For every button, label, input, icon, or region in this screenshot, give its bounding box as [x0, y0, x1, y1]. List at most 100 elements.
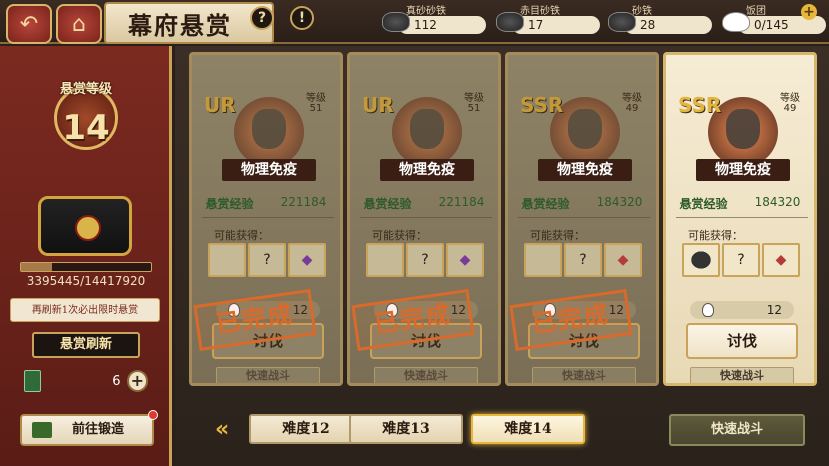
rewards-list: ? ◆: [366, 243, 484, 277]
alert-icon[interactable]: !: [290, 6, 314, 30]
help-icon[interactable]: ?: [250, 6, 274, 30]
quick-battle-button[interactable]: 快速战斗: [532, 367, 636, 383]
iron-sand-reward-icon[interactable]: [208, 243, 246, 277]
tab-difficulty-13[interactable]: 难度13: [349, 414, 463, 444]
red-crystal-reward-icon[interactable]: ◆: [762, 243, 800, 277]
monster-portrait: [234, 97, 304, 167]
rewards-label: 可能获得：: [688, 229, 743, 242]
trait-label: 物理免疫: [380, 159, 474, 181]
resource-value: 17: [512, 16, 600, 34]
exp-row: 悬赏经验 221184: [350, 195, 498, 212]
rewards-label: 可能获得：: [372, 229, 427, 242]
grade-number: 51: [309, 103, 323, 114]
resource-label: 赤目砂铁: [520, 6, 560, 17]
resource-value: 28: [624, 16, 712, 34]
exp-value: 221184: [280, 195, 327, 209]
token-count: 6: [112, 373, 121, 389]
unknown-reward-icon[interactable]: ?: [248, 243, 286, 277]
quick-battle-button[interactable]: 快速战斗: [374, 367, 478, 383]
grade-label: 等级: [780, 93, 800, 104]
unknown-reward-icon[interactable]: ?: [722, 243, 760, 277]
bounty-card[interactable]: UR 等级 51 物理免疫 悬赏经验 221184 可能获得： ? ◆ 12 讨…: [347, 52, 501, 386]
rice-ball-icon: [702, 303, 714, 317]
resource-label: 砂铁: [632, 6, 652, 17]
forge-label: 前往锻造: [72, 422, 125, 437]
tab-difficulty-12[interactable]: 难度12: [249, 414, 363, 444]
top-bar: ↶ ⌂ 幕府悬赏 ? ! 真砂砂铁 112 赤目砂铁 17 砂铁 28 饭团 0…: [0, 0, 829, 44]
iron-sand-reward-icon[interactable]: [524, 243, 562, 277]
rewards-list: ? ◆: [524, 243, 642, 277]
iron-sand-reward-icon[interactable]: [366, 243, 404, 277]
progress-text: 3395445/14417920: [26, 274, 146, 288]
cost-row: 12: [690, 301, 794, 319]
red-crystal-reward-icon[interactable]: ◆: [604, 243, 642, 277]
bounty-card[interactable]: SSR 等级 49 物理免疫 悬赏经验 184320 可能获得： ? ◆ 12 …: [505, 52, 659, 386]
bounty-level-badge: 悬赏等级 14: [44, 74, 128, 154]
crystal-reward-icon[interactable]: ◆: [446, 243, 484, 277]
bounty-board: UR 等级 51 物理免疫 悬赏经验 221184 可能获得： ? ◆ 12 讨…: [175, 46, 829, 466]
resource-chimu: 赤目砂铁 17: [490, 2, 600, 38]
trait-label: 物理免疫: [538, 159, 632, 181]
chevron-left-icon[interactable]: «: [215, 418, 243, 442]
back-arrow-icon: ↶: [19, 11, 39, 37]
left-panel: 悬赏等级 14 3395445/14417920 再刷新1次必出限时悬赏 悬赏刷…: [0, 46, 172, 466]
quick-battle-button[interactable]: 快速战斗: [216, 367, 320, 383]
divider: [360, 217, 492, 218]
anvil-icon: [32, 422, 52, 438]
quick-battle-all-button[interactable]: 快速战斗: [669, 414, 805, 446]
bounty-card[interactable]: UR 等级 51 物理免疫 悬赏经验 221184 可能获得： ? ◆ 12 讨…: [189, 52, 343, 386]
notification-dot: [148, 410, 158, 420]
resource-label: 真砂砂铁: [406, 6, 446, 17]
exp-label: 悬赏经验: [363, 197, 412, 211]
exp-value: 184320: [754, 195, 801, 209]
iron-sand-icon: [382, 12, 410, 32]
hunt-button[interactable]: 讨伐: [686, 323, 798, 359]
resource-shatie: 砂铁 28: [602, 2, 712, 38]
rarity-label: SSR: [678, 93, 722, 117]
rarity-label: SSR: [520, 93, 564, 117]
resource-value: 112: [398, 16, 486, 34]
tab-difficulty-14[interactable]: 难度14: [471, 414, 585, 444]
grade-label: 等级: [622, 93, 642, 104]
exp-label: 悬赏经验: [521, 197, 570, 211]
divider: [518, 217, 650, 218]
add-token-button[interactable]: +: [126, 370, 148, 392]
back-button[interactable]: ↶: [6, 4, 52, 44]
rewards-list: ? ◆: [682, 243, 800, 277]
page-title: 幕府悬赏: [104, 2, 274, 44]
grade-number: 49: [783, 103, 797, 114]
trait-label: 物理免疫: [696, 159, 790, 181]
refresh-guarantee-note: 再刷新1次必出限时悬赏: [10, 298, 160, 322]
crystal-reward-icon[interactable]: ◆: [288, 243, 326, 277]
rewards-list: ? ◆: [208, 243, 326, 277]
grade-label: 等级: [464, 93, 484, 104]
exp-value: 221184: [438, 195, 485, 209]
rewards-label: 可能获得：: [530, 229, 585, 242]
refresh-token-icon: [24, 370, 42, 392]
resource-zhensha: 真砂砂铁 112: [376, 2, 486, 38]
cost-value: 12: [766, 303, 782, 317]
exp-label: 悬赏经验: [679, 197, 728, 211]
bounty-refresh-button[interactable]: 悬赏刷新: [32, 332, 140, 358]
divider: [202, 217, 334, 218]
unknown-reward-icon[interactable]: ?: [406, 243, 444, 277]
unknown-reward-icon[interactable]: ?: [564, 243, 602, 277]
home-button[interactable]: ⌂: [56, 4, 102, 44]
level-progress-bar: [20, 262, 152, 272]
iron-sand-reward-icon[interactable]: [682, 243, 720, 277]
refresh-token-row: 6 +: [24, 368, 148, 394]
level-number: 14: [62, 108, 110, 148]
add-rice-ball-icon[interactable]: +: [801, 4, 817, 20]
rarity-label: UR: [204, 93, 236, 117]
grade-label: 等级: [306, 93, 326, 104]
monster-portrait: [392, 97, 462, 167]
sand-pile-icon: [608, 12, 636, 32]
rarity-label: UR: [362, 93, 394, 117]
bounty-chest[interactable]: [38, 196, 132, 256]
bounty-card-active[interactable]: SSR 等级 49 物理免疫 悬赏经验 184320 可能获得： ? ◆ 12 …: [663, 52, 817, 386]
quick-battle-button[interactable]: 快速战斗: [690, 367, 794, 383]
trait-label: 物理免疫: [222, 159, 316, 181]
divider: [676, 217, 808, 218]
home-icon: ⌂: [72, 11, 86, 37]
go-forge-button[interactable]: 前往锻造: [20, 410, 158, 446]
